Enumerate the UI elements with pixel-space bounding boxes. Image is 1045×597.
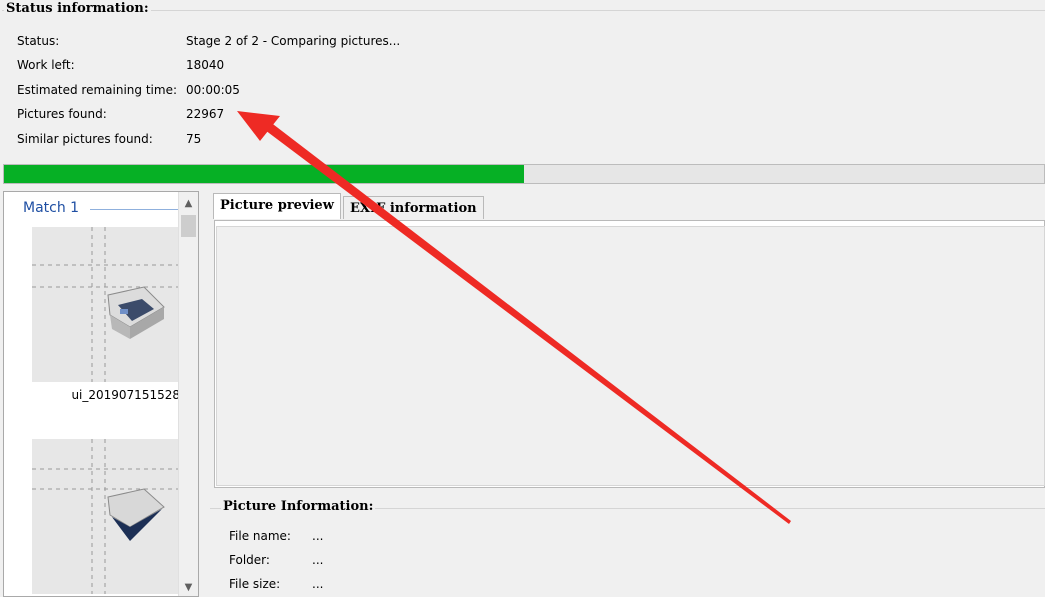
scroll-thumb[interactable] bbox=[181, 215, 196, 237]
pictures-found-row: Pictures found: 22967 bbox=[0, 104, 600, 124]
work-left-row: Work left: 18040 bbox=[0, 55, 600, 75]
progress-fill bbox=[4, 165, 524, 183]
similar-found-label: Similar pictures found: bbox=[17, 132, 153, 146]
pictures-found-value: 22967 bbox=[186, 107, 225, 121]
pictures-found-label: Pictures found: bbox=[17, 107, 107, 121]
scroll-up-icon[interactable]: ▲ bbox=[179, 195, 198, 212]
file-size-row: File size: ... bbox=[0, 574, 600, 594]
match-thumbnail-caption: ui_201907151528 bbox=[71, 388, 180, 402]
folder-row: Folder: ... bbox=[0, 550, 600, 570]
status-group-title: Status information: bbox=[4, 1, 151, 16]
match-thumbnail[interactable] bbox=[32, 227, 178, 382]
tab-exif-information[interactable]: EXIF information bbox=[343, 196, 484, 219]
picture-preview-area bbox=[216, 226, 1045, 486]
similar-found-row: Similar pictures found: 75 bbox=[0, 129, 600, 149]
tab-picture-preview[interactable]: Picture preview bbox=[213, 193, 341, 219]
match-thumbnail[interactable] bbox=[32, 439, 178, 594]
file-size-value: ... bbox=[312, 577, 324, 591]
progress-bar bbox=[3, 164, 1045, 184]
file-name-label: File name: bbox=[229, 529, 291, 543]
status-label: Status: bbox=[17, 34, 60, 48]
remaining-time-row: Estimated remaining time: 00:00:05 bbox=[0, 80, 600, 100]
status-group-border bbox=[2, 10, 1045, 11]
folder-value: ... bbox=[312, 553, 324, 567]
work-left-label: Work left: bbox=[17, 58, 75, 72]
match-header-rule bbox=[90, 209, 178, 210]
file-name-value: ... bbox=[312, 529, 324, 543]
file-size-label: File size: bbox=[229, 577, 281, 591]
status-value: Stage 2 of 2 - Comparing pictures... bbox=[186, 34, 401, 48]
picture-info-title: Picture Information: bbox=[221, 499, 376, 514]
file-name-row: File name: ... bbox=[0, 526, 600, 546]
folder-label: Folder: bbox=[229, 553, 270, 567]
remaining-time-value: 00:00:05 bbox=[186, 83, 240, 97]
remaining-time-label: Estimated remaining time: bbox=[17, 83, 177, 97]
status-row: Status: Stage 2 of 2 - Comparing picture… bbox=[0, 31, 600, 51]
work-left-value: 18040 bbox=[186, 58, 225, 72]
similar-found-value: 75 bbox=[186, 132, 202, 146]
match-header: Match 1 bbox=[21, 200, 82, 216]
